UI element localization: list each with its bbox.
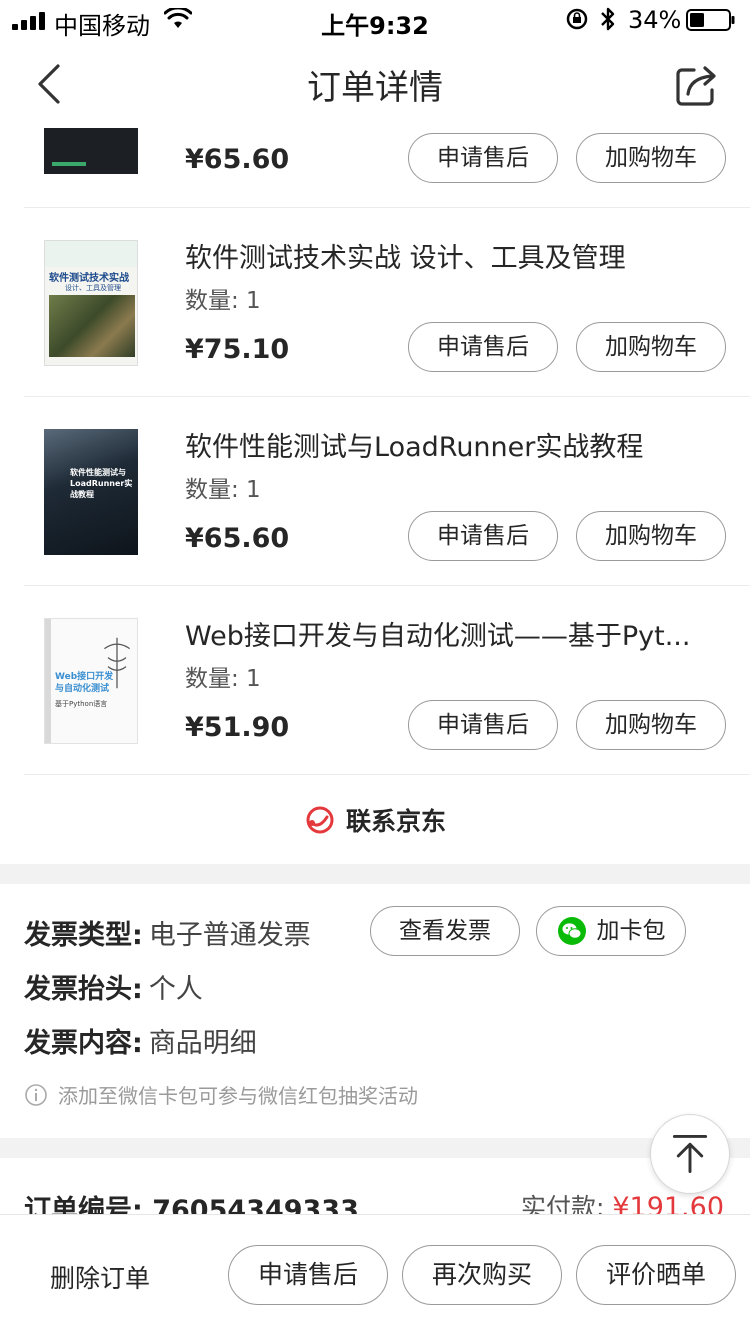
invoice-type-row: 发票类型: 电子普通发票 (24, 913, 311, 952)
invoice-header-value: 个人 (148, 974, 203, 1005)
book-cover-image[interactable]: 软件性能测试与LoadRunner实战教程 (44, 429, 138, 555)
caduceus-illustration (104, 637, 130, 689)
invoice-header-label: 发票抬头: (24, 974, 143, 1005)
add-to-wechat-card-button[interactable]: 加卡包 (536, 906, 686, 956)
invoice-note: 添加至微信卡包可参与微信红包抽奖活动 (24, 1080, 418, 1109)
invoice-header-row: 发票抬头: 个人 (24, 967, 203, 1006)
cover-subtitle: 设计、工具及管理 (65, 284, 121, 292)
invoice-type-value: 电子普通发票 (148, 920, 311, 951)
after-sale-button[interactable]: 申请售后 (408, 322, 558, 372)
rebuy-button[interactable]: 再次购买 (402, 1245, 562, 1305)
page-title: 订单详情 (307, 68, 443, 108)
product-row: ¥65.60 申请售后 加购物车 (24, 128, 750, 208)
after-sale-button[interactable]: 申请售后 (408, 133, 558, 183)
review-button[interactable]: 评价晒单 (576, 1245, 736, 1305)
section-divider (0, 864, 750, 884)
contact-jd-button[interactable]: 联系京东 (0, 776, 750, 864)
invoice-type-label: 发票类型: (24, 920, 143, 951)
nav-bar: 订单详情 (0, 40, 750, 128)
book-cover-image[interactable] (44, 128, 138, 174)
product-price: ¥51.90 (185, 712, 290, 743)
product-quantity: 数量: 1 (185, 288, 261, 314)
product-row: 软件性能测试与LoadRunner实战教程 软件性能测试与LoadRunner实… (24, 397, 750, 586)
product-price: ¥65.60 (185, 523, 290, 554)
product-row: 软件测试技术实战 设计、工具及管理 软件测试技术实战 设计、工具及管理 数量: … (24, 208, 750, 397)
section-divider (0, 1138, 750, 1158)
status-bar: 中国移动 上午9:32 34% (0, 0, 750, 40)
add-to-cart-button[interactable]: 加购物车 (576, 511, 726, 561)
product-title[interactable]: 软件测试技术实战 设计、工具及管理 (185, 236, 725, 275)
wechat-icon (557, 917, 586, 945)
after-sale-button[interactable]: 申请售后 (408, 700, 558, 750)
cover-subtitle: 基于Python语言 (55, 700, 108, 708)
product-title[interactable]: 软件性能测试与LoadRunner实战教程 (185, 425, 725, 464)
view-invoice-button[interactable]: 查看发票 (370, 906, 520, 956)
book-cover-image[interactable]: Web接口开发与自动化测试 基于Python语言 (44, 618, 138, 744)
orientation-lock-icon (566, 8, 588, 30)
after-sale-button[interactable]: 申请售后 (228, 1245, 388, 1305)
after-sale-button[interactable]: 申请售后 (408, 511, 558, 561)
bluetooth-icon (601, 7, 615, 31)
headset-icon (306, 806, 334, 834)
battery-icon (686, 9, 735, 31)
bottom-action-bar: 删除订单 申请售后 再次购买 评价晒单 (0, 1214, 750, 1334)
add-card-label: 加卡包 (596, 918, 666, 944)
arrow-up-icon (672, 1134, 708, 1174)
product-title[interactable]: Web接口开发与自动化测试——基于Pyt... (185, 614, 725, 653)
contact-label: 联系京东 (345, 807, 446, 836)
info-icon (25, 1083, 47, 1106)
invoice-content-value: 商品明细 (148, 1028, 257, 1059)
add-to-cart-button[interactable]: 加购物车 (576, 133, 726, 183)
product-quantity: 数量: 1 (185, 666, 261, 692)
invoice-content-row: 发票内容: 商品明细 (24, 1021, 257, 1060)
cover-title: 软件性能测试与LoadRunner实战教程 (70, 468, 133, 499)
product-row: Web接口开发与自动化测试 基于Python语言 Web接口开发与自动化测试——… (24, 586, 750, 775)
add-to-cart-button[interactable]: 加购物车 (576, 322, 726, 372)
product-quantity: 数量: 1 (185, 477, 261, 503)
product-price: ¥65.60 (185, 144, 290, 175)
invoice-content-label: 发票内容: (24, 1028, 143, 1059)
battery-percent: 34% (628, 6, 682, 34)
share-icon[interactable] (672, 60, 722, 110)
add-to-cart-button[interactable]: 加购物车 (576, 700, 726, 750)
delete-order-button[interactable]: 删除订单 (50, 1259, 150, 1295)
cover-title: 软件测试技术实战 (49, 273, 129, 284)
book-cover-image[interactable]: 软件测试技术实战 设计、工具及管理 (44, 240, 138, 366)
back-to-top-button[interactable] (650, 1114, 730, 1194)
product-price: ¥75.10 (185, 334, 290, 365)
invoice-note-text: 添加至微信卡包可参与微信红包抽奖活动 (58, 1084, 418, 1108)
